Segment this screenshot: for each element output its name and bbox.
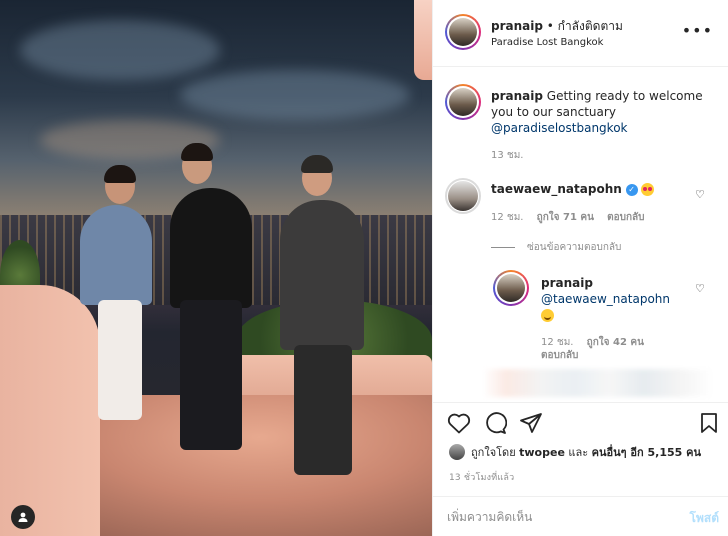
- likes-summary: ถูกใจโดย twopee และ คนอื่นๆ อีก 5,155 คน: [449, 443, 701, 461]
- header-username[interactable]: pranaip: [491, 19, 543, 33]
- liker-avatar[interactable]: [449, 444, 465, 460]
- follow-status[interactable]: • กำลังติดตาม: [547, 19, 623, 33]
- comment-input[interactable]: [447, 507, 667, 527]
- person-middle: [170, 188, 252, 308]
- more-dots-icon[interactable]: •••: [682, 23, 713, 39]
- location-link[interactable]: Paradise Lost Bangkok: [491, 37, 603, 48]
- action-bar: [433, 402, 728, 442]
- blurred-comment-row: [483, 369, 713, 397]
- comment-like-heart-icon[interactable]: ♡: [695, 188, 705, 201]
- reply-comment: pranaip @taewaew_natapohn: [541, 275, 691, 323]
- header-avatar[interactable]: [445, 14, 481, 50]
- likes-joiner: และ: [568, 446, 589, 459]
- post-comment-button[interactable]: โพสต์: [690, 509, 719, 528]
- person-right-hair: [301, 155, 333, 173]
- post-photo[interactable]: [0, 0, 432, 536]
- comment-avatar[interactable]: [445, 178, 481, 214]
- caption-username[interactable]: pranaip: [491, 89, 543, 103]
- reply-username[interactable]: pranaip: [541, 275, 691, 291]
- verified-badge-icon: ✓: [625, 183, 638, 196]
- comment-box: โพสต์: [433, 496, 728, 536]
- reply-button[interactable]: ตอบกลับ: [541, 350, 578, 361]
- replies-divider: [491, 246, 515, 248]
- comment-username[interactable]: taewaew_natapohn: [491, 182, 622, 196]
- likes-others-link[interactable]: คนอื่นๆ อีก 5,155 คน: [592, 443, 701, 461]
- post-side-panel: pranaip • กำลังติดตาม Paradise Lost Bang…: [432, 0, 728, 536]
- reply-like-heart-icon[interactable]: ♡: [695, 282, 705, 295]
- person-left-legs: [98, 300, 142, 420]
- posted-time[interactable]: 13 ชั่วโมงที่แล้ว: [449, 470, 514, 484]
- likes-prefix: ถูกใจโดย: [471, 446, 516, 459]
- sky-cloud: [20, 20, 220, 80]
- person-right: [280, 200, 364, 350]
- hide-replies-button[interactable]: ซ่อนข้อความตอบกลับ: [491, 240, 621, 255]
- reply-avatar[interactable]: [493, 270, 529, 306]
- hide-replies-label: ซ่อนข้อความตอบกลับ: [527, 242, 622, 253]
- pink-edge: [414, 0, 432, 80]
- comment-meta: 12 ชม. ถูกใจ 71 คน ตอบกลับ: [491, 210, 655, 225]
- reply-time: 12 ชม.: [541, 337, 574, 348]
- heart-eyes-emoji-icon: [641, 183, 655, 196]
- comment-likes[interactable]: ถูกใจ 71 คน: [537, 212, 594, 223]
- pink-wall: [0, 285, 100, 536]
- paper-plane-icon[interactable]: [519, 412, 543, 437]
- comment-icon[interactable]: [483, 412, 508, 437]
- sky-cloud: [180, 70, 410, 120]
- reply-meta: ตอบกลับ: [541, 348, 588, 363]
- post-header: pranaip • กำลังติดตาม Paradise Lost Bang…: [433, 0, 728, 67]
- heart-icon[interactable]: [447, 412, 471, 437]
- reply-likes[interactable]: ถูกใจ 42 คน: [587, 337, 644, 348]
- person-right-legs: [294, 345, 352, 475]
- comment: taewaew_natapohn ✓: [491, 182, 655, 196]
- reply-mention[interactable]: @taewaew_natapohn: [541, 291, 691, 307]
- comment-time: 12 ชม.: [491, 212, 524, 223]
- person-left: [80, 205, 152, 305]
- header-name-line: pranaip • กำลังติดตาม: [491, 17, 623, 36]
- smiling-emoji-icon: [541, 309, 554, 322]
- caption-mention[interactable]: @paradiselostbangkok: [491, 121, 627, 135]
- bookmark-icon[interactable]: [699, 412, 719, 437]
- person-middle-legs: [180, 300, 242, 450]
- caption-avatar[interactable]: [445, 84, 481, 120]
- person-left-hair: [104, 165, 136, 183]
- reply-button[interactable]: ตอบกลับ: [607, 212, 644, 223]
- user-tag-icon[interactable]: [11, 505, 35, 529]
- caption: pranaip Getting ready to welcome you to …: [491, 88, 721, 136]
- caption-time: 13 ชม.: [491, 150, 524, 161]
- liker-username[interactable]: twopee: [519, 446, 565, 459]
- person-middle-hair: [181, 143, 213, 161]
